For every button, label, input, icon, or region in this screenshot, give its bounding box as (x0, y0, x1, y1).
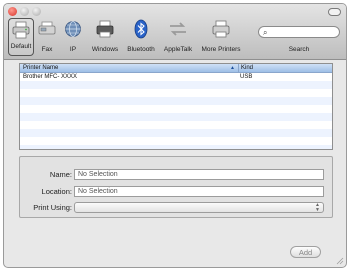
default-printer-icon (12, 21, 30, 39)
search-icon: ⌕ (263, 28, 268, 37)
printer-browser-window: Default Fax IP Windows Bluetooth AppleTa… (3, 3, 347, 268)
appletalk-icon (170, 22, 186, 36)
close-button[interactable] (8, 7, 17, 16)
toolbar-fax-label: Fax (41, 46, 53, 53)
empty-row (20, 121, 332, 129)
table-row[interactable]: Brother MFC- XXXX USB (20, 73, 332, 81)
toolbar-default-label: Default (10, 43, 32, 50)
fax-icon (38, 21, 56, 35)
printer-kind-cell: USB (240, 74, 253, 80)
empty-row (20, 81, 332, 89)
resize-grip-icon[interactable] (336, 257, 344, 265)
column-header-printer-name[interactable]: Printer Name (23, 64, 58, 72)
print-using-label: Print Using: (33, 203, 72, 212)
empty-row (20, 105, 332, 113)
toolbar-ip-button[interactable]: IP (64, 18, 82, 56)
title-toolbar: Default Fax IP Windows Bluetooth AppleTa… (4, 4, 346, 60)
toolbar-default-button[interactable]: Default (8, 18, 34, 56)
minimize-button[interactable] (20, 7, 29, 16)
toolbar-more-printers-label: More Printers (201, 46, 241, 53)
select-arrows-icon: ▲ ▼ (315, 202, 320, 213)
printer-list-table[interactable]: Printer Name ▲ Kind Brother MFC- XXXX US… (19, 63, 333, 150)
search-input[interactable]: ⌕ (258, 26, 340, 38)
location-label: Location: (41, 187, 72, 196)
ip-globe-icon (65, 21, 81, 37)
location-field[interactable]: No Selection (74, 186, 324, 197)
toolbar-windows-button[interactable]: Windows (90, 18, 120, 56)
empty-row (20, 113, 332, 121)
windows-printer-icon (96, 20, 114, 38)
column-header-kind[interactable]: Kind (238, 64, 253, 72)
toolbar-ip-label: IP (69, 46, 77, 53)
toolbar-bluetooth-button[interactable]: Bluetooth (124, 18, 158, 56)
table-header: Printer Name ▲ Kind (20, 64, 332, 73)
empty-row (20, 137, 332, 145)
name-field[interactable]: No Selection (74, 169, 324, 180)
bluetooth-icon (134, 19, 148, 39)
printer-details-panel: Name: No Selection Location: No Selectio… (19, 156, 333, 218)
print-using-select[interactable]: ▲ ▼ (74, 202, 324, 213)
empty-row (20, 129, 332, 137)
empty-row (20, 89, 332, 97)
toolbar-appletalk-label: AppleTalk (163, 46, 193, 53)
empty-row (20, 145, 332, 149)
search-label: Search (288, 46, 310, 53)
add-button[interactable]: Add (290, 246, 321, 258)
name-label: Name: (49, 170, 72, 179)
zoom-button[interactable] (32, 7, 41, 16)
toolbar-toggle-button[interactable] (328, 8, 341, 16)
toolbar-appletalk-button[interactable]: AppleTalk (161, 18, 195, 56)
empty-row (20, 97, 332, 105)
toolbar-more-printers-button[interactable]: More Printers (198, 18, 244, 56)
toolbar-bluetooth-label: Bluetooth (127, 46, 155, 53)
sort-arrow-icon: ▲ (230, 65, 235, 71)
toolbar-windows-label: Windows (91, 46, 119, 53)
more-printers-icon (212, 20, 230, 38)
printer-name-cell: Brother MFC- XXXX (23, 74, 78, 80)
print-using-value (75, 211, 78, 218)
toolbar-fax-button[interactable]: Fax (38, 18, 56, 56)
